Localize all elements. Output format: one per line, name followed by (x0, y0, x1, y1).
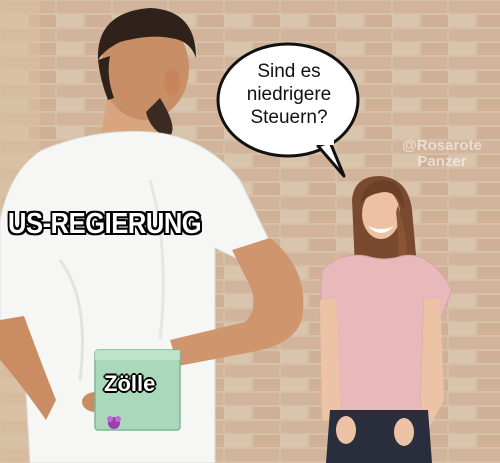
meme-image: Sind es niedrigere Steuern? US-REGIERUNG… (0, 0, 500, 463)
watermark-line: @Rosarote (402, 137, 482, 154)
speech-bubble-text: Sind es niedrigere Steuern? (222, 60, 356, 129)
gift-label: Zölle (104, 371, 156, 396)
speech-line: Sind es (257, 61, 321, 82)
speech-line: Steuern? (250, 107, 328, 128)
watermark-line: Panzer (417, 153, 467, 170)
speech-line: niedrigere (246, 84, 332, 105)
man-label: US-REGIERUNG (8, 208, 202, 240)
watermark: @Rosarote Panzer (386, 138, 498, 170)
